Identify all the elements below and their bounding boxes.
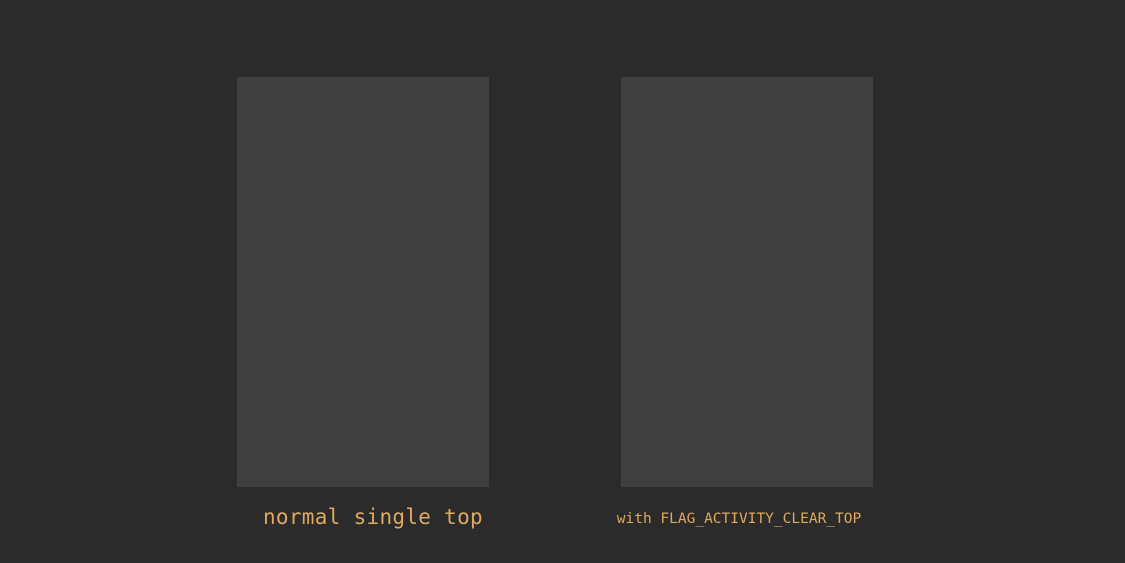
clear-top-panel <box>621 77 873 487</box>
clear-top-caption: with FLAG_ACTIVITY_CLEAR_TOP <box>616 511 862 527</box>
normal-single-top-panel <box>237 77 489 487</box>
normal-single-top-caption: normal single top <box>262 505 484 529</box>
